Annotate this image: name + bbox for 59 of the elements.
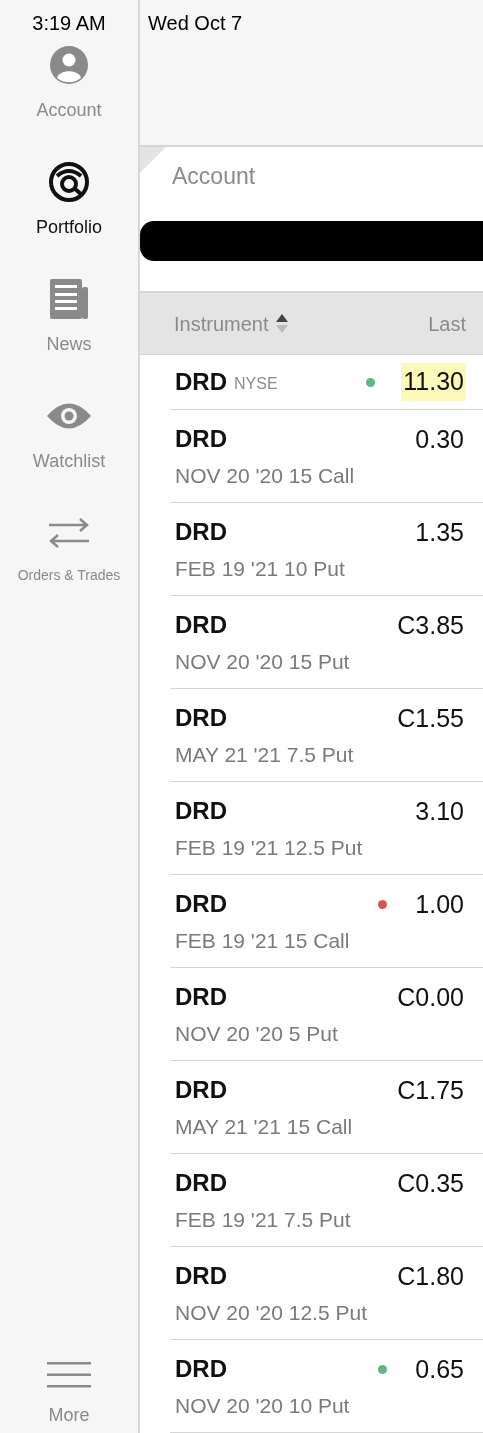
instrument-symbol: DRD — [175, 1354, 227, 1385]
contract-description: FEB 19 '21 10 Put — [175, 556, 346, 582]
instrument-symbol: DRD — [175, 1075, 227, 1106]
instrument-row[interactable]: DRD C1.80 NOV 20 '20 12.5 Put — [170, 1247, 483, 1340]
last-price: C1.55 — [396, 702, 465, 734]
contract-description: MAY 21 '21 7.5 Put — [175, 742, 355, 768]
contract-description: FEB 19 '21 12.5 Put — [175, 835, 364, 861]
instrument-symbol: DRD — [175, 367, 227, 397]
instrument-row[interactable]: DRD 1.35 FEB 19 '21 10 Put — [170, 503, 483, 596]
account-title: Account — [172, 163, 256, 190]
instrument-symbol: DRD — [175, 517, 227, 548]
instrument-row[interactable]: DRD C1.75 MAY 21 '21 15 Call — [170, 1061, 483, 1154]
instrument-symbol: DRD — [175, 610, 227, 641]
instrument-row[interactable]: DRD C0.35 FEB 19 '21 7.5 Put — [170, 1154, 483, 1247]
last-price: 1.00 — [414, 888, 465, 920]
contract-description: NOV 20 '20 15 Put — [175, 649, 351, 675]
instrument-row[interactable]: DRD C0.00 NOV 20 '20 5 Put — [170, 968, 483, 1061]
contract-description: NOV 20 '20 15 Call — [175, 463, 356, 489]
menu-icon — [47, 1362, 91, 1388]
instrument-row[interactable]: DRD 3.10 FEB 19 '21 12.5 Put — [170, 782, 483, 875]
status-date: Wed Oct 7 — [148, 12, 243, 34]
instrument-symbol: DRD — [175, 703, 227, 734]
last-price: C0.00 — [396, 981, 465, 1013]
instrument-row[interactable]: DRD NYSE 11.30 — [170, 355, 483, 410]
contract-description: MAY 21 '21 15 Call — [175, 1114, 354, 1140]
contract-description: FEB 19 '21 15 Call — [175, 928, 351, 954]
sidebar-tab[interactable]: Portfolio — [0, 155, 138, 272]
instrument-symbol: DRD — [175, 424, 227, 455]
contract-description: NOV 20 '20 10 Put — [175, 1393, 351, 1419]
last-price: 11.30 — [401, 363, 466, 401]
last-price: 1.35 — [414, 516, 465, 548]
last-price: C3.85 — [396, 609, 465, 641]
last-price: 3.10 — [414, 795, 465, 827]
instrument-symbol: DRD — [175, 796, 227, 827]
corner-fold — [140, 147, 166, 174]
last-price: C1.75 — [396, 1074, 465, 1106]
instrument-row[interactable]: DRD C1.55 MAY 21 '21 7.5 Put — [170, 689, 483, 782]
last-price: 0.65 — [414, 1353, 465, 1385]
contract-description: NOV 20 '20 5 Put — [175, 1021, 339, 1047]
eye-icon — [45, 401, 93, 431]
status-time: 3:19 AM — [32, 11, 106, 36]
contract-description: NOV 20 '20 12.5 Put — [175, 1300, 368, 1326]
user-icon — [49, 45, 89, 85]
contract-description: FEB 19 '21 7.5 Put — [175, 1207, 352, 1233]
instrument-row[interactable]: DRD 1.00 FEB 19 '21 15 Call — [170, 875, 483, 968]
instrument-symbol: DRD — [175, 889, 227, 920]
last-price: C0.35 — [396, 1167, 465, 1199]
newspaper-icon — [48, 277, 90, 321]
instrument-row[interactable]: DRD C3.85 NOV 20 '20 15 Put — [170, 596, 483, 689]
instrument-symbol: DRD — [175, 1261, 227, 1292]
instrument-row[interactable]: DRD 0.65 NOV 20 '20 10 Put — [170, 1340, 483, 1433]
instrument-row[interactable]: DRD 0.30 NOV 20 '20 15 Call — [170, 410, 483, 503]
last-price: C1.80 — [396, 1260, 465, 1292]
exchange-label: NYSE — [234, 374, 278, 394]
instrument-symbol: DRD — [175, 1168, 227, 1199]
arrows-icon — [47, 516, 91, 550]
instrument-symbol: DRD — [175, 982, 227, 1013]
last-price: 0.30 — [414, 423, 465, 455]
portfolio-icon — [49, 162, 89, 202]
